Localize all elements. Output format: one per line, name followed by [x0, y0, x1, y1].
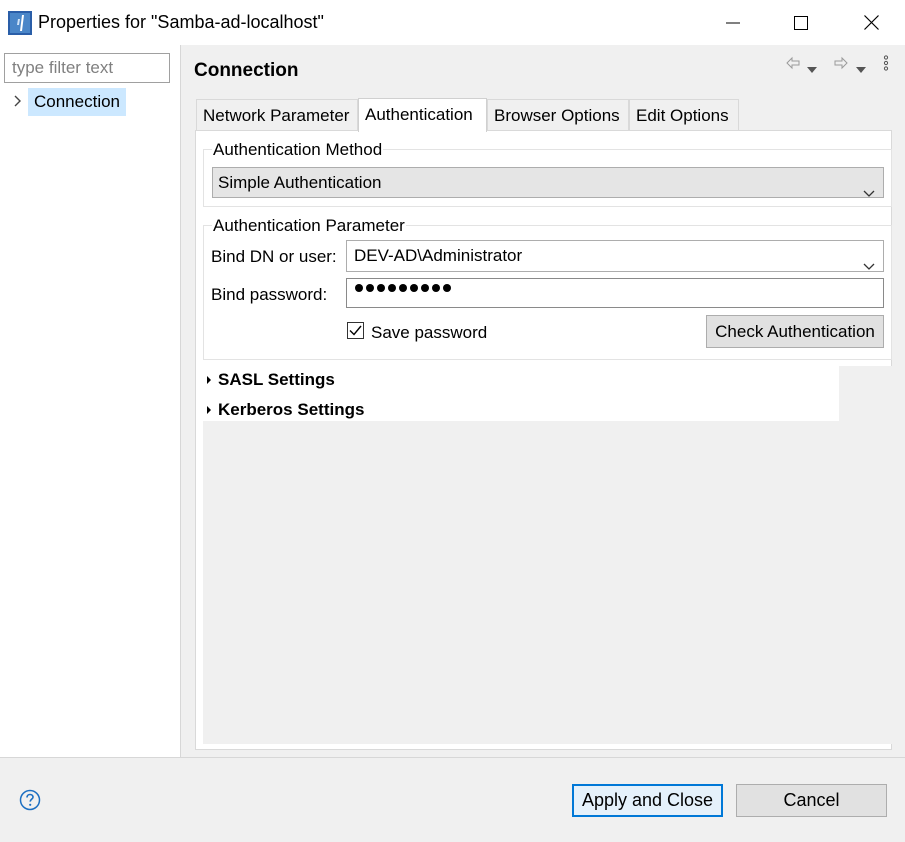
chevron-down-icon	[863, 178, 875, 207]
password-dot	[366, 284, 374, 292]
tab-edit-options[interactable]: Edit Options	[629, 99, 739, 131]
kerberos-settings-label: Kerberos Settings	[218, 400, 365, 419]
authentication-parameter-label: Authentication Parameter	[212, 216, 406, 235]
authentication-method-value: Simple Authentication	[218, 173, 382, 192]
tab-browser-options[interactable]: Browser Options	[487, 99, 629, 131]
window-title: Properties for "Samba-ad-localhost"	[38, 12, 324, 32]
tree-item-connection[interactable]: Connection	[28, 88, 127, 116]
password-dot	[377, 284, 385, 292]
checkmark-icon	[349, 325, 362, 336]
close-button[interactable]	[848, 0, 894, 45]
expand-arrow-icon	[207, 406, 211, 414]
authentication-method-combo[interactable]: Simple Authentication	[212, 167, 884, 198]
bind-dn-combo[interactable]: DEV-AD\Administrator	[346, 240, 884, 272]
save-password-label: Save password	[371, 323, 488, 342]
bind-dn-value: DEV-AD\Administrator	[354, 246, 523, 265]
close-icon	[863, 15, 879, 30]
tab-authentication[interactable]: Authentication	[358, 98, 487, 132]
bind-password-field[interactable]	[346, 278, 884, 308]
tab-network-parameter[interactable]: Network Parameter	[196, 99, 358, 131]
check-authentication-button[interactable]: Check Authentication	[706, 315, 884, 348]
filter-input[interactable]	[4, 53, 170, 83]
property-page: Connection Network Parameter Authenticat…	[181, 45, 905, 757]
authentication-parameter-group: Authentication Parameter Bind DN or user…	[203, 217, 892, 360]
sasl-settings-section[interactable]: SASL Settings	[203, 367, 832, 395]
chevron-right-icon[interactable]	[11, 93, 25, 109]
dialog-button-bar: Apply and Close Cancel	[0, 757, 905, 842]
password-dot	[355, 284, 363, 292]
page-title: Connection	[194, 60, 299, 81]
apply-and-close-button[interactable]: Apply and Close	[572, 784, 723, 817]
help-icon[interactable]	[19, 789, 41, 811]
app-icon	[8, 11, 32, 35]
password-dot	[388, 284, 396, 292]
bind-password-label: Bind password:	[211, 285, 328, 304]
password-dot	[399, 284, 407, 292]
expand-arrow-icon	[207, 376, 211, 384]
cancel-button[interactable]: Cancel	[736, 784, 887, 817]
forward-arrow-icon[interactable]	[833, 55, 849, 76]
title-bar: Properties for "Samba-ad-localhost"	[0, 0, 905, 45]
chevron-down-icon	[863, 251, 875, 280]
view-menu-icon[interactable]	[883, 55, 889, 76]
maximize-button[interactable]	[778, 0, 824, 45]
minimize-icon	[726, 22, 740, 23]
maximize-icon	[794, 15, 808, 30]
authentication-tab-content: Authentication Method Simple Authenticat…	[195, 130, 892, 750]
back-arrow-icon[interactable]	[785, 55, 801, 76]
password-dot	[410, 284, 418, 292]
forward-dropdown-icon[interactable]	[856, 59, 866, 79]
sasl-settings-label: SASL Settings	[218, 370, 335, 389]
password-dot	[443, 284, 451, 292]
save-password-checkbox[interactable]	[347, 322, 364, 339]
back-dropdown-icon[interactable]	[807, 59, 817, 79]
bind-dn-label: Bind DN or user:	[211, 247, 337, 266]
empty-area	[839, 366, 892, 421]
preference-tree-pane: Connection	[0, 45, 180, 757]
password-mask	[355, 284, 451, 292]
password-dot	[421, 284, 429, 292]
authentication-method-label: Authentication Method	[212, 140, 384, 159]
minimize-button[interactable]	[710, 0, 756, 45]
empty-area	[203, 421, 892, 744]
password-dot	[432, 284, 440, 292]
authentication-method-group: Authentication Method Simple Authenticat…	[203, 141, 892, 207]
